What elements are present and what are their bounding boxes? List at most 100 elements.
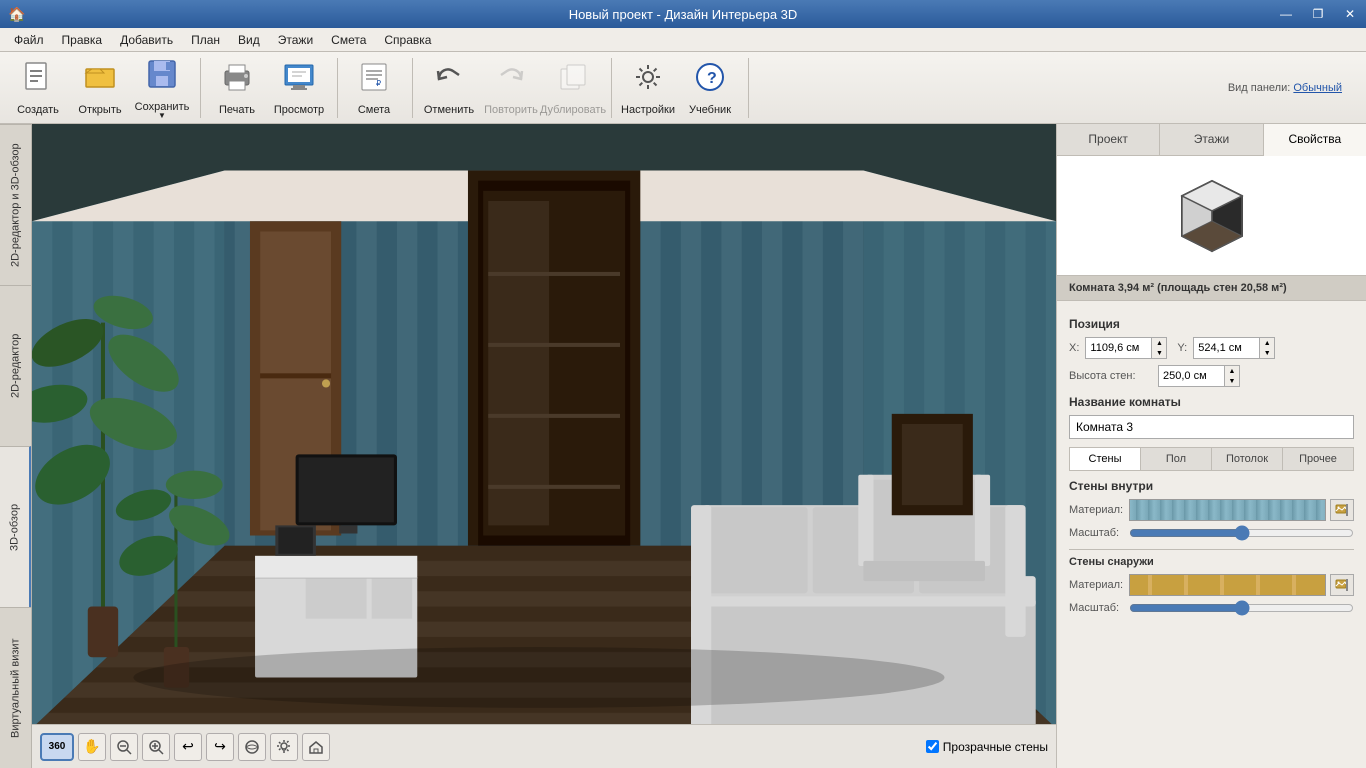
create-icon [20, 59, 56, 102]
sub-tab-walls[interactable]: Стены [1070, 448, 1141, 470]
create-label: Создать [17, 104, 59, 116]
x-down-button[interactable]: ▼ [1152, 348, 1166, 358]
pan-button[interactable]: ✋ [78, 733, 106, 761]
sidebar-tab-2d3d[interactable]: 2D-редактор и 3D-обзор [0, 124, 31, 285]
walls-outside-material-row: Материал: [1069, 574, 1354, 596]
y-up-button[interactable]: ▲ [1260, 338, 1274, 348]
tab-floors[interactable]: Этажи [1160, 124, 1263, 155]
transparent-walls-checkbox[interactable] [926, 740, 939, 753]
menu-view[interactable]: Вид [232, 32, 266, 48]
y-down-button[interactable]: ▼ [1260, 348, 1274, 358]
height-input-group: ▲ ▼ [1158, 365, 1240, 387]
panel-mode-link[interactable]: Обычный [1293, 82, 1342, 94]
properties-panel: Позиция X: ▲ ▼ Y: ▲ ▼ [1057, 301, 1366, 768]
menu-floors[interactable]: Этажи [272, 32, 319, 48]
height-label: Высота стен: [1069, 370, 1154, 382]
height-row: Высота стен: ▲ ▼ [1069, 365, 1354, 387]
save-button[interactable]: Сохранить ▼ [132, 59, 192, 117]
save-dropdown[interactable]: ▼ [158, 111, 166, 120]
walls-outside-material-label: Материал: [1069, 579, 1129, 591]
zoom-out-button[interactable] [110, 733, 138, 761]
viewport-3d[interactable]: 360 ✋ ↩ ↪ Прозрачные стены [32, 124, 1056, 768]
room-name-input[interactable] [1069, 415, 1354, 439]
walls-inside-material-row: Материал: [1069, 499, 1354, 521]
undo-button[interactable]: Отменить [419, 59, 479, 117]
walls-outside-material-swatch[interactable] [1129, 574, 1326, 596]
walls-inside-title: Стены внутри [1069, 479, 1354, 493]
redo-button[interactable]: Повторить [481, 59, 541, 117]
minimize-button[interactable]: — [1270, 0, 1302, 28]
height-up-button[interactable]: ▲ [1225, 366, 1239, 376]
rotate-right-button[interactable]: ↪ [206, 733, 234, 761]
y-input-group: ▲ ▼ [1193, 337, 1275, 359]
room-preview [1057, 156, 1366, 276]
menubar: Файл Правка Добавить План Вид Этажи Смет… [0, 28, 1366, 52]
open-label: Открыть [78, 104, 121, 116]
sub-tab-ceiling[interactable]: Потолок [1212, 448, 1283, 470]
walls-inside-scale-row: Масштаб: [1069, 525, 1354, 541]
menu-add[interactable]: Добавить [114, 32, 179, 48]
print-icon [219, 59, 255, 102]
menu-help[interactable]: Справка [378, 32, 437, 48]
height-down-button[interactable]: ▼ [1225, 376, 1239, 386]
home-button[interactable] [302, 733, 330, 761]
360-button[interactable]: 360 [40, 733, 74, 761]
sub-tab-other[interactable]: Прочее [1283, 448, 1353, 470]
toolbar-edit-group: Отменить Повторить Дублировать [419, 58, 612, 118]
redo-label: Повторить [484, 104, 538, 116]
menu-plan[interactable]: План [185, 32, 226, 48]
sidebar-tab-3d[interactable]: 3D-обзор [0, 446, 31, 607]
toolbar: Создать Открыть Сохранить ▼ Печать [0, 52, 1366, 124]
walls-inside-material-swatch[interactable] [1129, 499, 1326, 521]
light-button[interactable] [270, 733, 298, 761]
open-button[interactable]: Открыть [70, 59, 130, 117]
open-icon [82, 59, 118, 102]
tutorial-button[interactable]: ? Учебник [680, 59, 740, 117]
print-button[interactable]: Печать [207, 59, 267, 117]
toolbar-file-group: Создать Открыть Сохранить ▼ [8, 58, 201, 118]
tutorial-label: Учебник [689, 104, 731, 116]
duplicate-button[interactable]: Дублировать [543, 59, 603, 117]
walls-outside-browse-button[interactable] [1330, 574, 1354, 596]
y-input[interactable] [1194, 338, 1259, 358]
preview-button[interactable]: Просмотр [269, 59, 329, 117]
viewport-toolbar: 360 ✋ ↩ ↪ Прозрачные стены [32, 724, 1056, 768]
walls-inside-browse-button[interactable] [1330, 499, 1354, 521]
maximize-button[interactable]: ❐ [1302, 0, 1334, 28]
right-panel: Проект Этажи Свойства Комната 3,94 м² [1056, 124, 1366, 768]
walls-outside-scale-slider[interactable] [1129, 600, 1354, 616]
print-label: Печать [219, 104, 255, 116]
x-input[interactable] [1086, 338, 1151, 358]
walls-inside-material-label: Материал: [1069, 504, 1129, 516]
tab-properties[interactable]: Свойства [1264, 124, 1366, 156]
settings-icon [630, 59, 666, 102]
rotate-left-button[interactable]: ↩ [174, 733, 202, 761]
panel-tabs: Проект Этажи Свойства [1057, 124, 1366, 156]
panel-label: Вид панели: Обычный [1228, 82, 1358, 94]
room-svg [32, 124, 1056, 724]
tab-project[interactable]: Проект [1057, 124, 1160, 155]
walls-outside-title: Стены снаружи [1069, 549, 1354, 568]
sidebar-tab-virtual[interactable]: Виртуальный визит [0, 607, 31, 768]
sub-tab-floor[interactable]: Пол [1141, 448, 1212, 470]
room-info: Комната 3,94 м² (площадь стен 20,58 м²) [1057, 276, 1366, 301]
menu-file[interactable]: Файл [8, 32, 50, 48]
settings-button[interactable]: Настройки [618, 59, 678, 117]
walls-outside-scale-label: Масштаб: [1069, 602, 1129, 614]
close-button[interactable]: ✕ [1334, 0, 1366, 28]
estimate-button[interactable]: ₽ Смета [344, 59, 404, 117]
duplicate-label: Дублировать [540, 104, 606, 116]
svg-text:?: ? [707, 70, 717, 87]
transparent-walls-label[interactable]: Прозрачные стены [943, 740, 1048, 754]
estimate-icon: ₽ [356, 59, 392, 102]
menu-edit[interactable]: Правка [56, 32, 109, 48]
menu-estimate[interactable]: Смета [325, 32, 372, 48]
sidebar-tab-2d[interactable]: 2D-редактор [0, 285, 31, 446]
settings-label: Настройки [621, 104, 675, 116]
walls-inside-scale-slider[interactable] [1129, 525, 1354, 541]
zoom-in-button[interactable] [142, 733, 170, 761]
orbit-button[interactable] [238, 733, 266, 761]
create-button[interactable]: Создать [8, 59, 68, 117]
height-input[interactable] [1159, 366, 1224, 386]
x-up-button[interactable]: ▲ [1152, 338, 1166, 348]
